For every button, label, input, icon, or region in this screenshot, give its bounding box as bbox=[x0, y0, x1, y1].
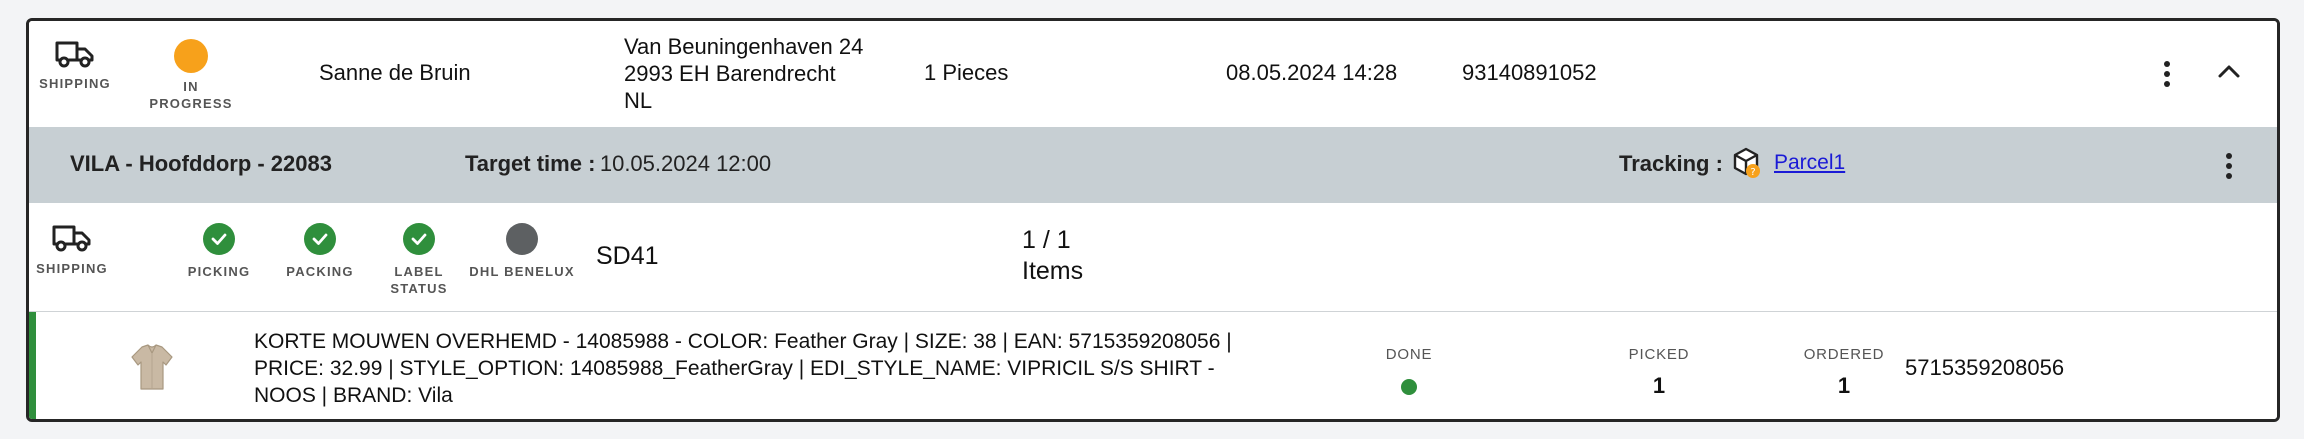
check-circle-icon bbox=[403, 223, 435, 255]
picked-header: PICKED bbox=[1628, 346, 1690, 363]
address-line2: 2993 EH Barendrecht bbox=[624, 61, 836, 86]
order-more-button[interactable] bbox=[2164, 61, 2170, 87]
order-status: IN PROGRESS bbox=[149, 39, 233, 112]
order-summary-row[interactable]: SHIPPING IN PROGRESS Sanne de Bruin Van … bbox=[29, 21, 2277, 127]
step-carrier: DHL BENELUX bbox=[466, 223, 578, 280]
item-done: DONE bbox=[1369, 346, 1449, 395]
ordered-value: 1 bbox=[1837, 373, 1851, 398]
in-progress-status-icon bbox=[174, 39, 208, 73]
item-description: KORTE MOUWEN OVERHEMD - 14085988 - COLOR… bbox=[254, 328, 1232, 409]
item-ordered: ORDERED 1 bbox=[1789, 346, 1899, 399]
more-vertical-icon bbox=[2226, 153, 2232, 159]
shipping-address: Van Beuningenhaven 24 2993 EH Barendrech… bbox=[624, 33, 863, 114]
step-shipping-label: SHIPPING bbox=[36, 261, 108, 276]
carrier-status-icon bbox=[506, 223, 538, 255]
step-picking-label: PICKING bbox=[187, 264, 251, 279]
step-packing-label: PACKING bbox=[286, 264, 354, 279]
parcel-link[interactable]: Parcel1 bbox=[1774, 151, 1845, 175]
item-done-indicator bbox=[29, 312, 36, 419]
order-datetime: 08.05.2024 14:28 bbox=[1226, 60, 1398, 85]
ordered-header: ORDERED bbox=[1803, 346, 1885, 363]
store-name: VILA - Hoofddorp - 22083 bbox=[70, 151, 332, 176]
customer-name: Sanne de Bruin bbox=[319, 60, 471, 85]
shirt-thumbnail bbox=[124, 339, 180, 400]
tracking-label: Tracking : bbox=[1619, 151, 1723, 176]
truck-icon bbox=[52, 223, 92, 253]
address-line1: Van Beuningenhaven 24 bbox=[624, 34, 864, 59]
item-ean: 5715359208056 bbox=[1905, 355, 2065, 380]
shipping-type: SHIPPING bbox=[39, 39, 111, 92]
truck-icon bbox=[55, 39, 95, 69]
more-vertical-icon bbox=[2164, 61, 2170, 67]
target-time-label: Target time : bbox=[465, 151, 596, 176]
step-picking: PICKING bbox=[179, 223, 259, 280]
done-status-icon bbox=[1401, 379, 1417, 395]
check-circle-icon bbox=[304, 223, 336, 255]
step-label-line2: STATUS bbox=[390, 281, 448, 296]
shipping-label: SHIPPING bbox=[39, 76, 111, 91]
step-label-line1: LABEL bbox=[394, 264, 444, 279]
step-shipping: SHIPPING bbox=[36, 223, 108, 277]
items-progress: 1 / 1 Items bbox=[1022, 225, 1083, 287]
step-packing: PACKING bbox=[280, 223, 360, 280]
step-label-status: LABEL STATUS bbox=[379, 223, 459, 297]
items-label: Items bbox=[1022, 257, 1084, 285]
collapse-button[interactable] bbox=[2216, 61, 2242, 86]
target-time: Target time : 10.05.2024 12:00 bbox=[465, 151, 771, 177]
status-label-line1: IN bbox=[183, 79, 199, 94]
status-label-line2: PROGRESS bbox=[149, 96, 233, 111]
order-card: SHIPPING IN PROGRESS Sanne de Bruin Van … bbox=[26, 18, 2280, 422]
chevron-up-icon bbox=[2218, 65, 2240, 78]
target-time-value: 10.05.2024 12:00 bbox=[599, 151, 772, 176]
shipment-header: VILA - Hoofddorp - 22083 Target time : 1… bbox=[29, 127, 2277, 203]
shipment-more-button[interactable] bbox=[2226, 153, 2232, 179]
item-row[interactable]: KORTE MOUWEN OVERHEMD - 14085988 - COLOR… bbox=[29, 312, 2277, 419]
check-circle-icon bbox=[203, 223, 235, 255]
order-number: 93140891052 bbox=[1462, 60, 1597, 85]
picked-value: 1 bbox=[1652, 373, 1666, 398]
done-header: DONE bbox=[1385, 346, 1433, 363]
shipment-steps-row: SHIPPING PICKING PACKING LABEL STATUS DH… bbox=[29, 203, 2277, 312]
item-desc-line1: KORTE MOUWEN OVERHEMD - 14085988 - COLOR… bbox=[254, 330, 1232, 353]
station-code: SD41 bbox=[596, 242, 659, 270]
svg-text:?: ? bbox=[1750, 167, 1755, 178]
package-icon: ? bbox=[1729, 145, 1765, 186]
pieces-count: 1 Pieces bbox=[924, 60, 1009, 85]
address-line3: NL bbox=[624, 88, 653, 113]
item-desc-line3: NOOS | BRAND: Vila bbox=[254, 384, 453, 407]
item-desc-line2: PRICE: 32.99 | STYLE_OPTION: 14085988_Fe… bbox=[254, 357, 1215, 380]
items-count: 1 / 1 bbox=[1022, 226, 1071, 254]
carrier-label: DHL BENELUX bbox=[469, 264, 575, 279]
item-picked: PICKED 1 bbox=[1609, 346, 1709, 399]
